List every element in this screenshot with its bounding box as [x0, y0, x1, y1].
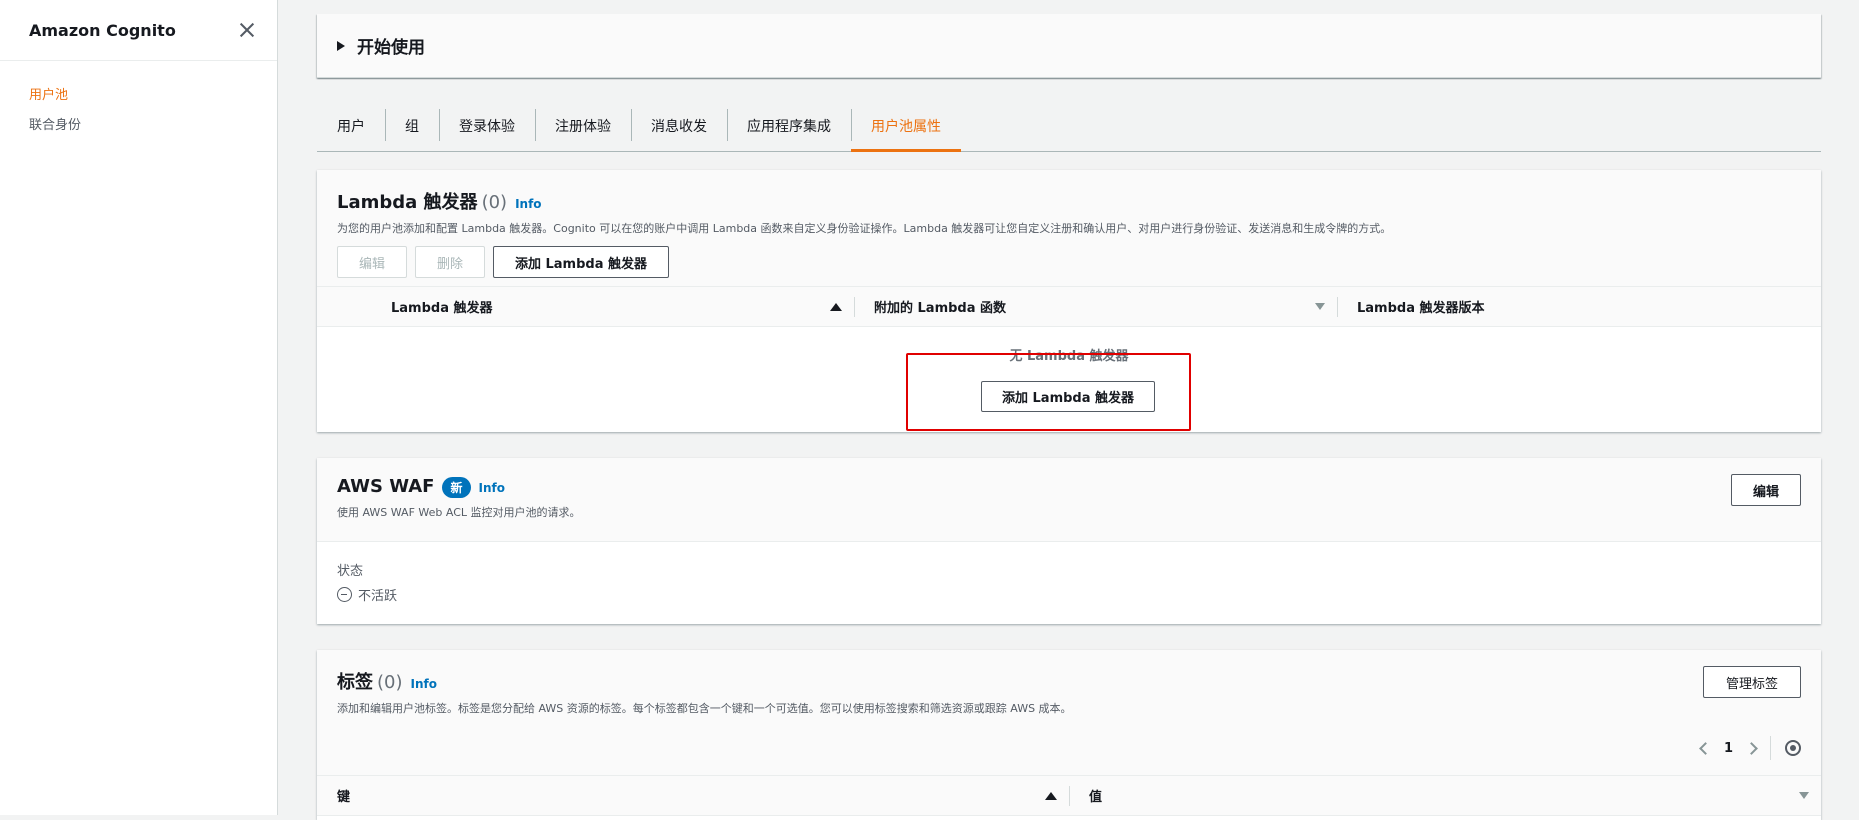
lambda-empty-state: 无 Lambda 触发器 添加 Lambda 触发器	[317, 327, 1821, 432]
empty-add-lambda-trigger-button[interactable]: 添加 Lambda 触发器	[981, 381, 1156, 412]
lambda-table-header: Lambda 触发器 附加的 Lambda 函数 Lambda 触发器版本	[317, 287, 1821, 327]
column-value[interactable]: 值	[1069, 776, 1821, 816]
lambda-card-header: Lambda 触发器 (0) Info 为您的用户池添加和配置 Lambda 触发器…	[317, 170, 1821, 287]
side-navigation: Amazon Cognito 用户池 联合身份	[0, 0, 278, 815]
getting-started-title: 开始使用	[357, 38, 425, 58]
inactive-status-icon	[337, 587, 352, 602]
lambda-triggers-card: Lambda 触发器 (0) Info 为您的用户池添加和配置 Lambda 触发器…	[317, 170, 1821, 432]
empty-state-text: 无 Lambda 触发器	[1009, 349, 1129, 364]
tags-count: (0)	[377, 672, 403, 693]
manage-tags-button[interactable]: 管理标签	[1703, 666, 1801, 698]
column-label: 键	[337, 790, 351, 805]
column-label: Lambda 触发器	[391, 301, 493, 316]
getting-started-expander[interactable]: 开始使用	[317, 14, 1821, 78]
caret-right-icon	[337, 40, 345, 51]
lambda-info-link[interactable]: Info	[515, 197, 541, 211]
new-badge: 新	[442, 477, 471, 498]
waf-status-section: 状态 不活跃	[317, 542, 1821, 622]
tab-groups[interactable]: 组	[385, 101, 439, 151]
tab-sign-in-experience[interactable]: 登录体验	[439, 101, 535, 151]
sort-ascending-icon[interactable]	[1045, 791, 1057, 800]
tags-info-link[interactable]: Info	[411, 677, 437, 691]
sort-icon[interactable]	[1799, 792, 1809, 799]
tags-card-header: 标签 (0) Info 添加和编辑用户池标签。标签是您分配给 AWS 资源的标签。每…	[317, 650, 1821, 776]
status-label: 状态	[337, 564, 364, 579]
tab-messaging[interactable]: 消息收发	[631, 101, 727, 151]
waf-title: AWS WAF	[337, 476, 435, 497]
column-label: Lambda 触发器版本	[1357, 301, 1485, 316]
column-lambda-trigger[interactable]: Lambda 触发器	[371, 287, 854, 327]
column-attached-function[interactable]: 附加的 Lambda 函数	[854, 287, 1337, 327]
add-lambda-trigger-button[interactable]: 添加 Lambda 触发器	[493, 246, 669, 278]
sidebar-item-federated-identities[interactable]: 联合身份	[0, 111, 277, 141]
chevron-right-icon[interactable]	[1745, 741, 1758, 755]
tags-title: 标签	[337, 672, 373, 693]
lambda-actions: 编辑 删除 添加 Lambda 触发器	[337, 246, 1801, 278]
column-trigger-version[interactable]: Lambda 触发器版本	[1337, 287, 1821, 327]
close-icon[interactable]	[237, 20, 257, 40]
sidebar-item-user-pools[interactable]: 用户池	[0, 81, 277, 111]
tab-bar: 用户 组 登录体验 注册体验 消息收发 应用程序集成 用户池属性	[317, 102, 1821, 152]
delete-button[interactable]: 删除	[415, 246, 485, 278]
gear-icon[interactable]	[1785, 740, 1801, 756]
tab-user-pool-properties[interactable]: 用户池属性	[851, 101, 961, 152]
divider	[1770, 736, 1771, 760]
tags-description: 添加和编辑用户池标签。标签是您分配给 AWS 资源的标签。每个标签都包含一个键和…	[337, 702, 1072, 715]
tab-app-integration[interactable]: 应用程序集成	[727, 101, 851, 151]
tags-table-header: 键 值	[317, 776, 1821, 816]
status-value: 不活跃	[337, 585, 1801, 604]
waf-card-header: AWS WAF 新 Info 使用 AWS WAF Web ACL 监控对用户池的请…	[317, 458, 1821, 542]
waf-edit-button[interactable]: 编辑	[1731, 474, 1801, 506]
column-label: 值	[1089, 790, 1103, 805]
edit-button[interactable]: 编辑	[337, 246, 407, 278]
lambda-title: Lambda 触发器	[337, 192, 478, 213]
lambda-description: 为您的用户池添加和配置 Lambda 触发器。Cognito 可以在您的账户中调…	[337, 222, 1392, 235]
tags-card: 标签 (0) Info 添加和编辑用户池标签。标签是您分配给 AWS 资源的标签。每…	[317, 650, 1821, 820]
current-page[interactable]: 1	[1724, 741, 1733, 756]
column-key[interactable]: 键	[317, 776, 1069, 816]
sort-icon[interactable]	[1315, 303, 1325, 310]
tab-sign-up-experience[interactable]: 注册体验	[535, 101, 631, 151]
aws-waf-card: AWS WAF 新 Info 使用 AWS WAF Web ACL 监控对用户池的请…	[317, 458, 1821, 624]
waf-info-link[interactable]: Info	[479, 481, 505, 495]
sidebar-title: Amazon Cognito	[29, 20, 176, 40]
column-label: 附加的 Lambda 函数	[874, 301, 1007, 316]
status-text: 不活跃	[358, 589, 398, 604]
chevron-left-icon[interactable]	[1699, 741, 1712, 755]
lambda-count: (0)	[481, 192, 508, 213]
sort-ascending-icon[interactable]	[830, 302, 842, 311]
sidebar-header: Amazon Cognito	[0, 0, 277, 61]
tab-users[interactable]: 用户	[317, 101, 385, 151]
waf-description: 使用 AWS WAF Web ACL 监控对用户池的请求。	[337, 506, 581, 519]
sidebar-nav: 用户池 联合身份	[0, 61, 277, 141]
pagination: 1	[1699, 736, 1801, 760]
